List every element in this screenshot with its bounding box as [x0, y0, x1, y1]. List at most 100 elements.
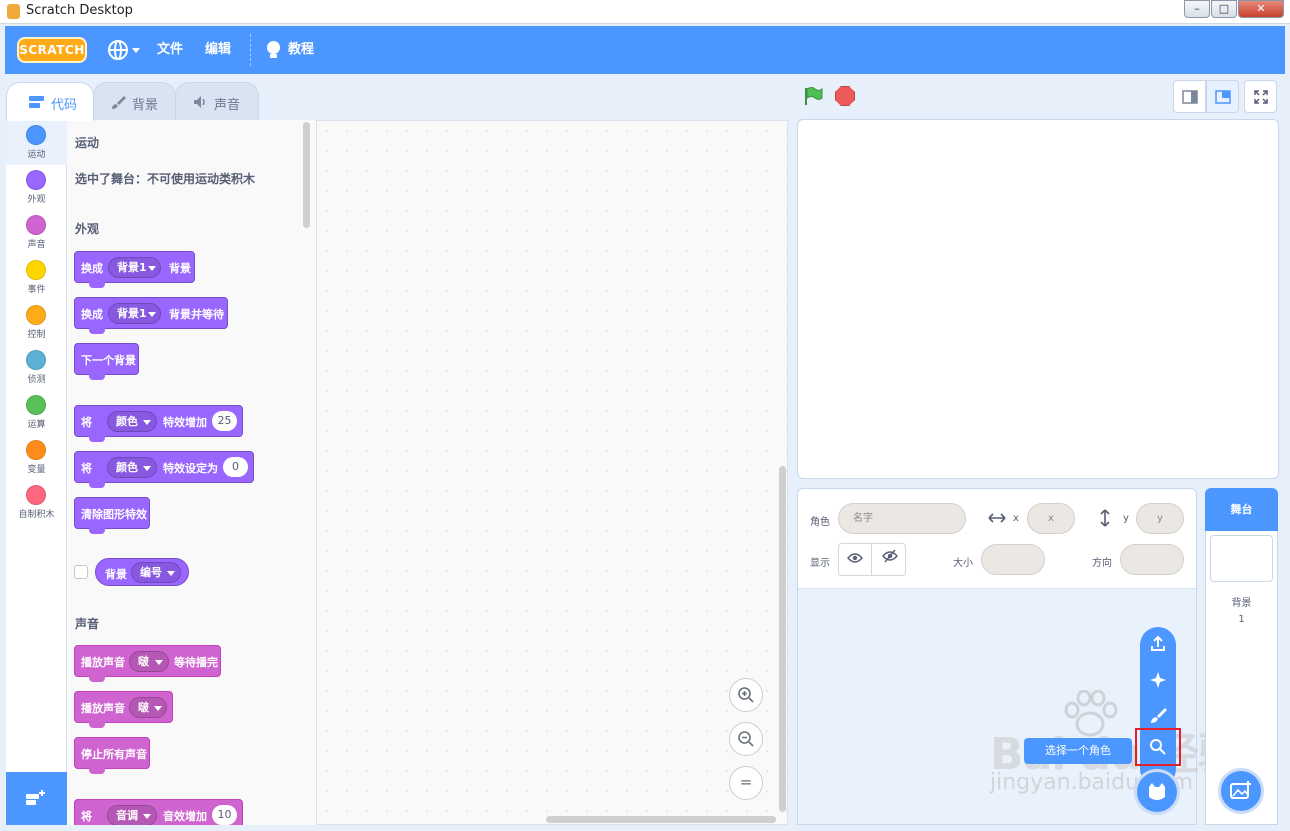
effect-dropdown[interactable]: 颜色: [107, 411, 157, 432]
my-blocks-dot-icon: [26, 485, 46, 505]
category-my-blocks[interactable]: 自制积木: [6, 480, 67, 525]
sound-effect-amount-input[interactable]: 10: [212, 805, 237, 825]
dropdown-value: 颜色: [116, 461, 138, 474]
backdrop-number-reporter[interactable]: 背景 编号: [95, 558, 189, 586]
visibility-toggle: [838, 543, 906, 576]
play-sound-until-done-block[interactable]: 播放声音 啵 等待播完: [74, 645, 221, 682]
category-label: 运动: [27, 150, 46, 160]
switch-backdrop-and-wait-block[interactable]: 换成 背景1 背景并等待: [74, 297, 228, 334]
workspace-vertical-scrollbar[interactable]: [779, 466, 786, 812]
cat-sprite-icon: [1149, 783, 1165, 800]
set-effect-block[interactable]: 将 颜色 特效设定为 0: [74, 451, 254, 488]
change-effect-block[interactable]: 将 颜色 特效增加 25: [74, 405, 243, 442]
category-sound[interactable]: 声音: [6, 210, 67, 255]
backdrop-dropdown[interactable]: 背景1: [108, 257, 161, 278]
edit-menu[interactable]: 编辑: [205, 26, 231, 74]
events-dot-icon: [26, 260, 46, 280]
switch-backdrop-block[interactable]: 换成 背景1 背景: [74, 251, 195, 288]
effect-dropdown[interactable]: 颜色: [107, 457, 157, 478]
block-text: 将: [81, 416, 92, 429]
zoom-out-button[interactable]: [729, 722, 763, 756]
minimize-button[interactable]: –: [1184, 0, 1210, 18]
chevron-down-icon: [143, 420, 151, 425]
sensing-dot-icon: [26, 350, 46, 370]
paint-brush-icon[interactable]: [1148, 706, 1168, 726]
zoom-out-icon: [738, 731, 754, 747]
show-sprite-button[interactable]: [839, 544, 872, 575]
variables-dot-icon: [26, 440, 46, 460]
maximize-button[interactable]: □: [1211, 0, 1237, 18]
y-field[interactable]: y: [1136, 503, 1184, 534]
change-sound-effect-block[interactable]: 将 音调 音效增加 10: [74, 799, 243, 825]
tab-sounds-label: 声音: [214, 98, 241, 113]
category-label: 自制积木: [18, 510, 55, 520]
vertical-arrows-icon: [1100, 509, 1110, 527]
clear-graphic-effects-block[interactable]: 清除图形特效: [74, 497, 150, 534]
block-text: 背景并等待: [169, 308, 224, 321]
small-stage-icon: [1182, 90, 1198, 104]
direction-label: 方向: [1092, 558, 1112, 569]
script-workspace[interactable]: [317, 120, 788, 825]
hide-sprite-button[interactable]: [873, 544, 906, 575]
stage-thumbnail[interactable]: [1210, 535, 1273, 582]
small-stage-button[interactable]: [1173, 80, 1206, 113]
dropdown-value: 背景1: [117, 261, 147, 274]
backdrop-dropdown[interactable]: 背景1: [108, 303, 161, 324]
block-palette: 运动 选中了舞台：不可使用运动类积木 外观 换成 背景1 背景 换成 背景1 背…: [67, 120, 317, 825]
close-window-button[interactable]: ✕: [1238, 0, 1284, 18]
direction-field[interactable]: [1120, 544, 1184, 575]
chevron-down-icon: [167, 571, 175, 576]
stop-sign-icon[interactable]: [835, 86, 855, 106]
number-name-dropdown[interactable]: 编号: [131, 562, 181, 583]
normal-stage-icon: [1215, 90, 1231, 104]
fullscreen-button[interactable]: [1244, 80, 1277, 113]
category-control[interactable]: 控制: [6, 300, 67, 345]
category-looks[interactable]: 外观: [6, 165, 67, 210]
backdrop-number-checkbox[interactable]: [74, 565, 88, 579]
category-label: 声音: [27, 240, 46, 250]
add-extension-button[interactable]: [6, 772, 67, 825]
block-text: 将: [81, 462, 92, 475]
sprite-name-field[interactable]: 名字: [838, 503, 966, 534]
palette-scrollbar[interactable]: [303, 122, 310, 228]
size-field[interactable]: [981, 544, 1045, 575]
tab-code[interactable]: 代码: [6, 82, 94, 121]
sound-effect-dropdown[interactable]: 音调: [107, 805, 157, 825]
surprise-sparkle-icon[interactable]: [1148, 670, 1168, 690]
dropdown-value: 颜色: [116, 415, 138, 428]
effect-value-input[interactable]: 0: [223, 457, 248, 477]
tab-code-label: 代码: [51, 98, 78, 113]
stage-canvas[interactable]: [797, 119, 1279, 479]
category-operators[interactable]: 运算: [6, 390, 67, 435]
x-field[interactable]: x: [1027, 503, 1075, 534]
upload-sprite-icon[interactable]: [1148, 634, 1168, 654]
normal-stage-button[interactable]: [1206, 80, 1239, 113]
choose-backdrop-button[interactable]: [1218, 768, 1264, 814]
stop-all-sounds-block[interactable]: 停止所有声音: [74, 737, 150, 774]
chevron-down-icon: [148, 312, 156, 317]
category-events[interactable]: 事件: [6, 255, 67, 300]
tab-backdrops[interactable]: 背景: [93, 82, 176, 120]
choose-sprite-button[interactable]: [1134, 769, 1180, 815]
chevron-down-icon: [143, 466, 151, 471]
file-menu[interactable]: 文件: [157, 26, 183, 74]
effect-amount-input[interactable]: 25: [212, 411, 237, 431]
sound-dropdown[interactable]: 啵: [129, 697, 167, 718]
green-flag-icon[interactable]: [803, 86, 823, 106]
next-backdrop-block[interactable]: 下一个背景: [74, 343, 139, 380]
size-label: 大小: [953, 558, 973, 569]
add-extension-icon: [26, 790, 45, 805]
scratch-logo[interactable]: SCRATCH: [17, 37, 87, 63]
tutorials-menu[interactable]: 教程: [288, 26, 314, 74]
language-globe-icon[interactable]: [108, 40, 128, 60]
start-sound-block[interactable]: 播放声音 啵: [74, 691, 173, 728]
workspace-horizontal-scrollbar[interactable]: [546, 816, 776, 823]
sound-dropdown[interactable]: 啵: [129, 651, 169, 672]
category-motion[interactable]: 运动: [6, 120, 67, 165]
zoom-reset-button[interactable]: =: [729, 766, 763, 800]
dropdown-value: 啵: [138, 701, 149, 714]
category-sensing[interactable]: 侦测: [6, 345, 67, 390]
tab-sounds[interactable]: 声音: [175, 82, 259, 120]
zoom-in-button[interactable]: [729, 678, 763, 712]
category-variables[interactable]: 变量: [6, 435, 67, 480]
